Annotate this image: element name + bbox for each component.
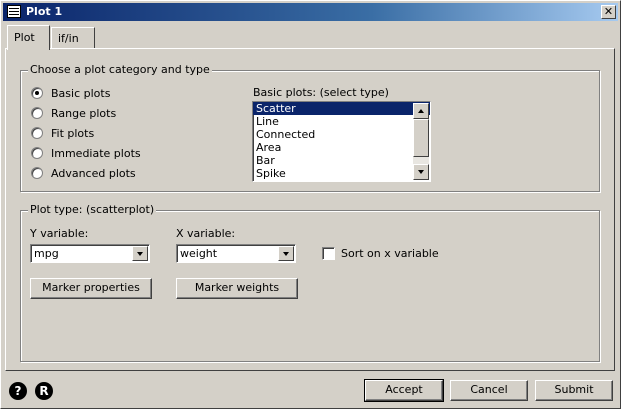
radio-button[interactable]	[31, 147, 43, 159]
list-item-scatter[interactable]: Scatter	[253, 102, 430, 115]
marker-weights-button[interactable]: Marker weights	[176, 278, 298, 299]
radio-immediate-plots[interactable]: Immediate plots	[31, 145, 141, 161]
radio-label: Advanced plots	[51, 166, 136, 180]
radio-button[interactable]	[31, 107, 43, 119]
radio-label: Basic plots	[51, 86, 111, 100]
list-item-connected[interactable]: Connected	[253, 128, 430, 141]
sort-x-label: Sort on x variable	[341, 247, 439, 260]
radio-button[interactable]	[31, 87, 43, 99]
chevron-down-icon	[283, 252, 289, 256]
sort-x-checkbox[interactable]	[322, 247, 335, 260]
plot-type-group: Plot type: (scatterplot) Y variable: mpg…	[20, 203, 600, 362]
title-bar[interactable]: Plot 1 ✕	[3, 3, 618, 21]
y-variable-combo[interactable]: mpg	[30, 244, 150, 263]
list-item-bar[interactable]: Bar	[253, 154, 430, 167]
radio-advanced-plots[interactable]: Advanced plots	[31, 165, 136, 181]
dialog-window: Plot 1 ✕ Plot if/in Choose a plot catego…	[0, 0, 621, 409]
x-variable-label: X variable:	[176, 227, 236, 240]
tab-if-in[interactable]: if/in	[51, 27, 95, 49]
y-variable-dropdown-button[interactable]	[132, 246, 148, 261]
y-variable-value: mpg	[34, 247, 59, 260]
radio-fit-plots[interactable]: Fit plots	[31, 125, 94, 141]
radio-label: Immediate plots	[51, 146, 141, 160]
x-variable-dropdown-button[interactable]	[278, 246, 294, 261]
scroll-down-button[interactable]	[413, 164, 429, 180]
submit-button[interactable]: Submit	[535, 380, 613, 401]
radio-button[interactable]	[31, 167, 43, 179]
marker-properties-button[interactable]: Marker properties	[30, 278, 152, 299]
accept-button[interactable]: Accept	[364, 379, 444, 402]
plot-type-group-legend: Plot type: (scatterplot)	[28, 203, 157, 216]
arrow-up-icon	[418, 109, 424, 113]
x-variable-combo[interactable]: weight	[176, 244, 296, 263]
chevron-down-icon	[137, 252, 143, 256]
window-menu-icon[interactable]	[7, 5, 21, 18]
radio-basic-plots[interactable]: Basic plots	[31, 85, 110, 101]
plot-type-list-label: Basic plots: (select type)	[253, 86, 389, 99]
close-button[interactable]: ✕	[601, 5, 616, 19]
cancel-button[interactable]: Cancel	[450, 380, 528, 401]
radio-label: Range plots	[51, 106, 117, 120]
category-group-legend: Choose a plot category and type	[28, 63, 212, 76]
radio-button[interactable]	[31, 127, 43, 139]
list-item-area[interactable]: Area	[253, 141, 430, 154]
x-variable-value: weight	[180, 247, 218, 260]
tab-plot[interactable]: Plot	[7, 25, 50, 50]
arrow-down-icon	[418, 170, 424, 174]
list-scrollbar[interactable]	[413, 103, 429, 180]
scroll-thumb[interactable]	[413, 119, 429, 157]
list-item-line[interactable]: Line	[253, 115, 430, 128]
radio-range-plots[interactable]: Range plots	[31, 105, 116, 121]
radio-label: Fit plots	[51, 126, 95, 140]
list-item-spike[interactable]: Spike	[253, 167, 430, 180]
tab-panel: Choose a plot category and type Basic pl…	[5, 48, 615, 371]
y-variable-label: Y variable:	[30, 227, 89, 240]
category-group: Choose a plot category and type Basic pl…	[20, 63, 600, 192]
window-title: Plot 1	[26, 5, 63, 18]
help-icon[interactable]: ?	[9, 382, 27, 400]
r-icon[interactable]: R	[35, 382, 53, 400]
plot-type-listbox[interactable]: Scatter Line Connected Area Bar Spike	[252, 101, 431, 182]
scroll-up-button[interactable]	[413, 103, 429, 119]
